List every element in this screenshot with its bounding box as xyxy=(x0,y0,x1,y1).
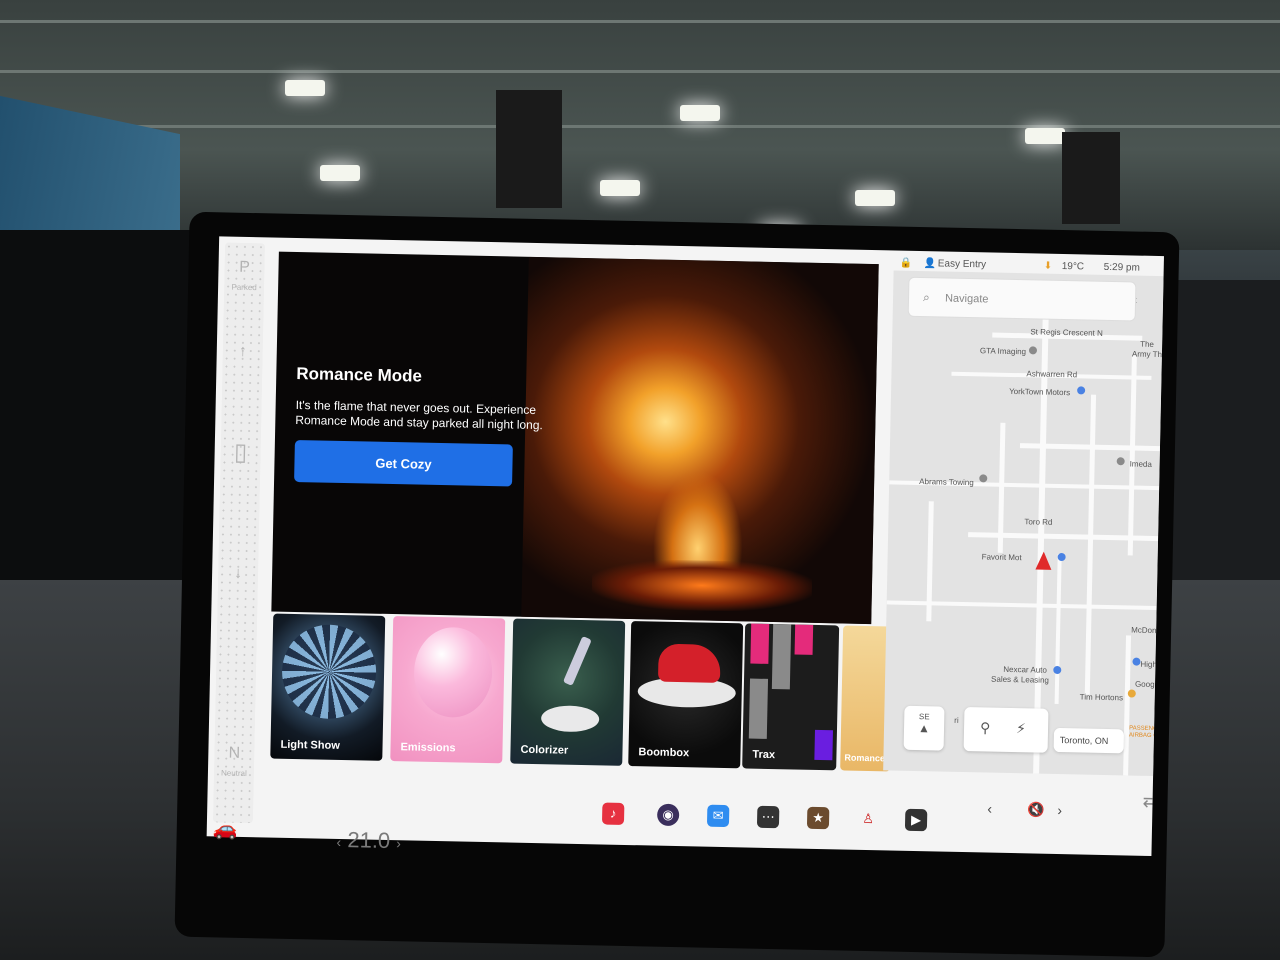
tile-label: Colorizer xyxy=(520,743,569,757)
chevron-right-icon[interactable]: › xyxy=(396,835,401,851)
map-label: The xyxy=(1140,339,1155,349)
clock: 5:29 pm xyxy=(1103,261,1140,274)
map-label: Tim Hortons xyxy=(1079,692,1124,703)
temperature-value: 21.0 xyxy=(347,827,391,854)
profile-icon: 👤 xyxy=(923,258,937,270)
navigate-search-input[interactable]: ⌕ Navigate xyxy=(907,276,1137,322)
tile-label: Trax xyxy=(752,748,776,762)
map-label: Favorit Mot xyxy=(981,552,1022,563)
cabin-temperature[interactable]: ‹ 21.0 › xyxy=(336,827,401,854)
map-pin-icon[interactable] xyxy=(1077,386,1086,395)
chevron-right-icon[interactable]: › xyxy=(1057,802,1062,818)
pipette-icon xyxy=(562,635,592,686)
charging-icon[interactable]: ⚡ xyxy=(1016,720,1026,737)
hanging-flag xyxy=(1062,132,1120,224)
search-icon: ⌕ xyxy=(922,290,930,305)
whoopee-cushion-icon xyxy=(413,626,494,719)
tile-colorizer[interactable]: Colorizer xyxy=(510,618,626,766)
gear-neutral-label: Neutral xyxy=(220,768,247,779)
search-placeholder: Navigate xyxy=(944,292,989,306)
tile-light-show[interactable]: Light Show xyxy=(270,613,386,761)
map-label: McDon xyxy=(1131,625,1157,636)
joystick-icon[interactable]: ♙ xyxy=(857,808,879,830)
chevron-left-icon[interactable]: ‹ xyxy=(336,834,341,850)
map-label: Google xyxy=(1134,679,1161,690)
map-label: Abrams Towing xyxy=(919,477,974,488)
get-cozy-button[interactable]: Get Cozy xyxy=(294,439,513,487)
compass-arrow-icon: ▲ xyxy=(917,721,931,736)
toybox-tiles: Light Show Emissions Colorizer Boombox T… xyxy=(266,613,894,801)
compass-heading: SE xyxy=(918,712,930,722)
compass-button[interactable]: SE ▲ xyxy=(903,705,945,751)
download-icon[interactable]: ⬇ xyxy=(1044,261,1053,272)
map-label: Imeda xyxy=(1129,459,1152,469)
red-car-icon xyxy=(657,643,721,683)
map-pin-icon[interactable] xyxy=(1057,552,1066,562)
arrow-down-icon: ↓ xyxy=(233,564,243,582)
tile-emissions[interactable]: Emissions xyxy=(390,616,506,764)
tile-label: Light Show xyxy=(280,738,340,752)
lock-icon[interactable]: 🔒 xyxy=(900,258,913,269)
map-actions: ⚲ ⚡ xyxy=(963,707,1049,753)
map-label: Toro Rd xyxy=(1024,517,1053,527)
tile-boombox[interactable]: Boombox xyxy=(628,621,744,769)
arrow-up-icon: ↑ xyxy=(238,342,247,360)
car-icon[interactable]: 🚗 xyxy=(213,816,238,842)
map-pin-icon[interactable] xyxy=(1132,657,1141,666)
tile-label: Emissions xyxy=(400,741,456,755)
driver-profile[interactable]: Easy Entry xyxy=(938,258,987,270)
car-model-icon xyxy=(540,705,600,733)
volume-mute-icon[interactable]: 🔇 xyxy=(1027,801,1045,818)
car-top-icon: ▯ xyxy=(233,438,248,466)
gear-park[interactable]: P xyxy=(224,258,264,277)
map-pin-icon[interactable] xyxy=(1116,457,1125,466)
current-location: Toronto, ON xyxy=(1053,727,1125,754)
map-pin-icon[interactable] xyxy=(979,474,988,483)
hero-description: It's the flame that never goes out. Expe… xyxy=(295,397,543,433)
current-location-arrow-icon xyxy=(1035,551,1052,570)
chevron-left-icon[interactable]: ‹ xyxy=(987,801,992,817)
map-label: High xyxy=(1140,659,1157,670)
touchscreen: P Parked ↑ ▯ ↓ N Neutral Romance Mode It… xyxy=(206,236,1164,856)
outside-temperature: 19°C xyxy=(1061,260,1085,273)
map-pin-icon[interactable] xyxy=(1053,665,1062,675)
tile-label: Boombox xyxy=(638,746,690,760)
gear-neutral[interactable]: N xyxy=(214,744,254,763)
passenger-airbag-indicator: PASSENGER AIRBAG OFF xyxy=(1128,725,1164,740)
touchscreen-bezel: P Parked ↑ ▯ ↓ N Neutral Romance Mode It… xyxy=(174,211,1180,958)
map-pin-icon[interactable] xyxy=(1127,689,1136,698)
music-note-icon[interactable]: ♪ xyxy=(601,802,625,825)
gear-selector[interactable]: P Parked ↑ ▯ ↓ N Neutral xyxy=(212,242,266,824)
messages-icon[interactable]: ✉ xyxy=(706,804,730,828)
map-label: Sales & Leasing xyxy=(990,674,1049,685)
camera-icon[interactable]: ◉ xyxy=(656,803,680,827)
more-dots-icon[interactable]: ⋯ xyxy=(756,805,780,829)
hero-title: Romance Mode xyxy=(296,363,423,386)
map-label: GTA Imaging xyxy=(979,346,1027,357)
theater-icon[interactable]: ▶ xyxy=(904,808,928,832)
tile-label: Romance xyxy=(844,752,886,764)
tile-trax[interactable]: Trax xyxy=(742,623,840,771)
map-label: Ashwarren Rd xyxy=(1026,369,1078,380)
hanging-flag xyxy=(496,90,562,208)
gear-park-label: Parked xyxy=(231,282,257,293)
map-label: ri xyxy=(954,715,959,725)
map-label: YorkTown Motors xyxy=(1009,386,1071,398)
swap-icon[interactable]: ⇄ xyxy=(1142,791,1158,812)
map-label: Nexcar Auto xyxy=(1003,664,1047,675)
map-label: St Regis Crescent N xyxy=(1030,327,1103,338)
map-controls: SE ▲ ⚲ ⚡ xyxy=(903,705,1049,753)
disco-ball-icon xyxy=(281,623,378,720)
pin-icon[interactable]: ⚲ xyxy=(980,719,991,736)
map-label: Army Th xyxy=(1131,349,1163,360)
toybox-icon[interactable]: ★ xyxy=(806,806,830,830)
romance-mode-card: Romance Mode It's the flame that never g… xyxy=(271,251,879,625)
navigation-map[interactable]: St Regis Crescent N GTA Imaging Ashwarre… xyxy=(883,270,1164,777)
map-pin-icon[interactable] xyxy=(1028,346,1038,355)
